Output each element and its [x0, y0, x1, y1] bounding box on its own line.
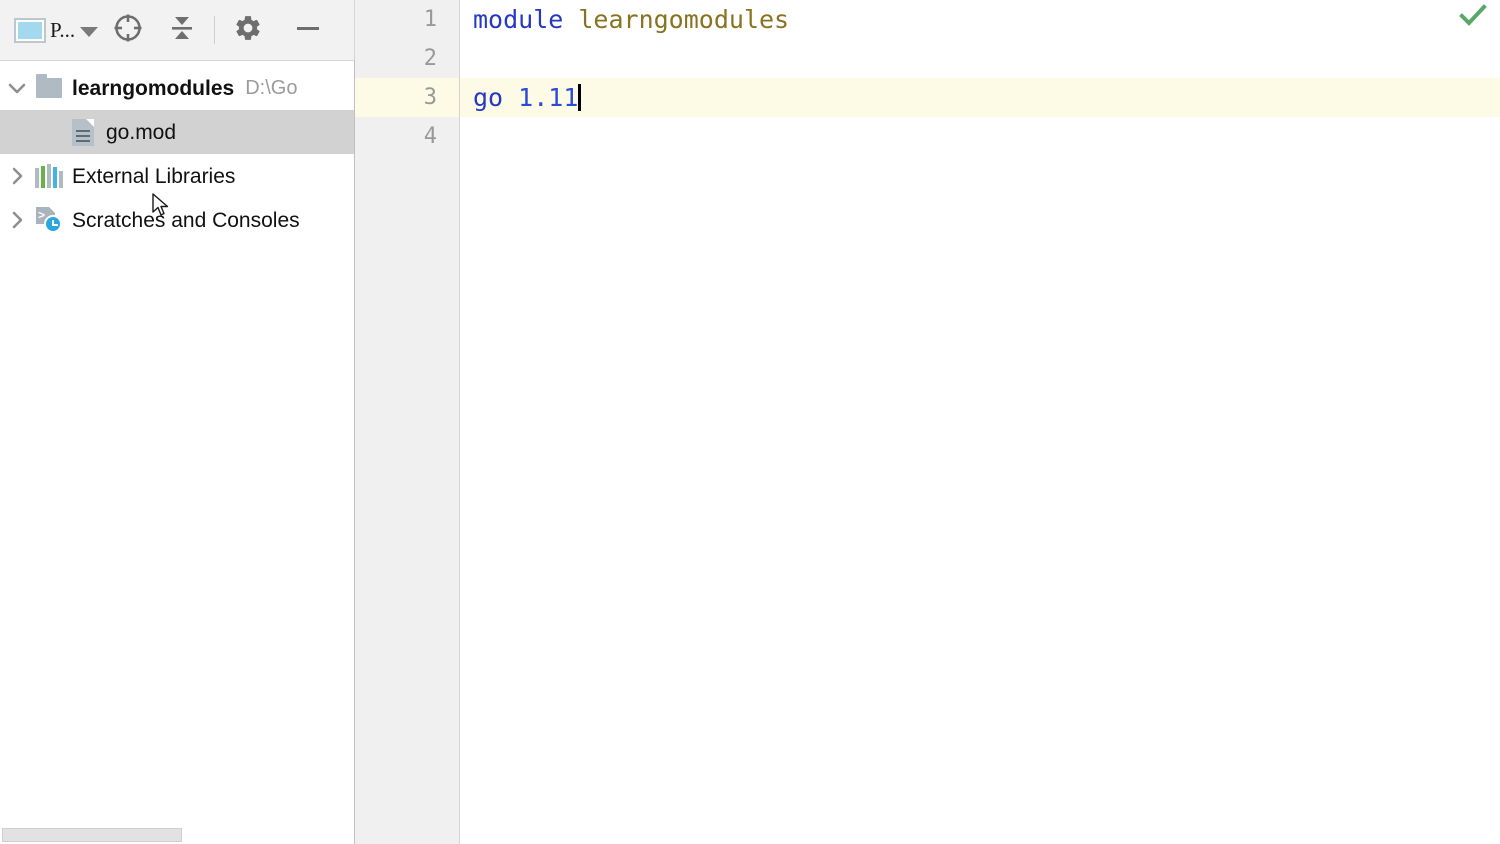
token-keyword: module	[473, 5, 564, 34]
project-tree[interactable]: learngomodules D:\Go go.mod External Lib…	[0, 61, 354, 826]
code-line-1[interactable]: module learngomodules	[473, 0, 1500, 39]
select-opened-file-button[interactable]	[112, 12, 144, 49]
chevron-right-icon[interactable]	[0, 209, 34, 231]
gutter-line-number: 4	[423, 124, 437, 149]
tree-path-project-root: D:\Go	[245, 77, 298, 99]
code-line-4[interactable]	[473, 117, 1500, 156]
crosshair-target-icon	[112, 12, 144, 49]
token-number: 1.11	[518, 83, 579, 112]
minimize-dash-icon	[293, 13, 323, 48]
chevron-right-icon[interactable]	[0, 165, 34, 187]
tree-label-project-root: learngomodules	[72, 76, 235, 100]
token-keyword: go	[473, 83, 504, 112]
settings-button[interactable]	[233, 13, 263, 48]
project-window-icon	[14, 17, 46, 43]
hide-panel-button[interactable]	[293, 13, 323, 48]
project-panel-toolbar: P...	[0, 0, 355, 61]
chevron-down-icon[interactable]	[80, 27, 99, 37]
collapse-all-button[interactable]	[166, 12, 198, 49]
inspection-status-badge[interactable]	[1458, 3, 1488, 33]
toolbar-separator	[214, 16, 216, 44]
project-view-label: P...	[50, 17, 76, 42]
project-view-selector[interactable]: P...	[14, 17, 99, 43]
ide-window: P... learngomodules D:\Go go.mod Externa…	[0, 0, 1500, 844]
text-caret	[578, 84, 582, 111]
gear-icon	[233, 13, 263, 48]
scratches-clock-icon: >	[34, 205, 64, 235]
gutter-line-number: 2	[423, 46, 437, 71]
token-identifier: learngomodules	[578, 5, 790, 34]
tree-label-go-mod: go.mod	[106, 120, 177, 144]
code-line-3[interactable]: go 1.11	[460, 78, 1500, 117]
tree-row-scratches-and-consoles[interactable]: > Scratches and Consoles	[0, 198, 354, 242]
tree-row-go-mod[interactable]: go.mod	[0, 110, 354, 154]
tree-label-external-libraries: External Libraries	[72, 164, 236, 188]
code-editor[interactable]: 1 2 3 4 module learngomodules go 1.11	[355, 0, 1500, 844]
collapse-all-icon	[166, 12, 198, 49]
editor-gutter[interactable]: 1 2 3 4	[355, 0, 460, 844]
library-bars-icon	[34, 161, 64, 191]
panel-hscrollbar-thumb[interactable]	[2, 828, 182, 842]
gutter-line-number: 1	[423, 7, 437, 32]
green-checkmark-icon	[1459, 3, 1487, 33]
tree-row-project-root[interactable]: learngomodules D:\Go	[0, 66, 354, 110]
file-icon	[68, 117, 98, 147]
editor-text-area[interactable]: module learngomodules go 1.11	[460, 0, 1500, 844]
tree-label-scratches-and-consoles: Scratches and Consoles	[72, 208, 300, 232]
tree-row-external-libraries[interactable]: External Libraries	[0, 154, 354, 198]
project-tool-window: P... learngomodules D:\Go go.mod Externa…	[0, 0, 355, 844]
folder-icon	[34, 73, 64, 103]
panel-hscrollbar[interactable]	[0, 826, 354, 844]
chevron-down-icon[interactable]	[0, 77, 34, 99]
code-line-2[interactable]	[473, 39, 1500, 78]
gutter-line-number: 3	[355, 78, 459, 117]
